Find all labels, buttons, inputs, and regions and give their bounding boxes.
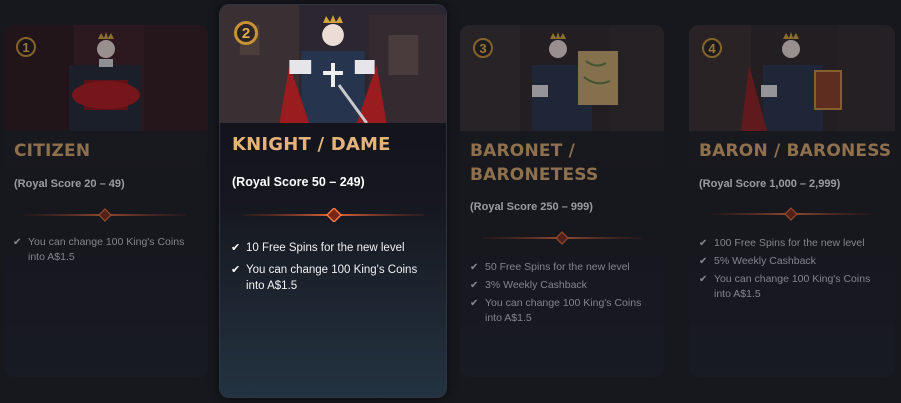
tier-title: KNIGHT / DAME [232, 134, 391, 155]
list-item: ✔ 3% Weekly Cashback [470, 279, 587, 291]
tier-number-badge: 1 [16, 37, 36, 57]
ornamental-divider [24, 208, 186, 222]
check-icon: ✔ [231, 264, 241, 276]
tier-title: BARONET / BARONETESS [470, 141, 599, 185]
check-icon: ✔ [470, 298, 479, 309]
tier-score-range: (Royal Score 250 – 999) [470, 201, 593, 213]
check-icon: ✔ [699, 238, 708, 249]
ornamental-divider [482, 231, 642, 245]
list-item: ✔ You can change 100 King's Coins into A$… [231, 264, 418, 292]
check-icon: ✔ [470, 262, 479, 273]
list-item: ✔ You can change 100 King's Coins into A$… [699, 273, 871, 300]
check-icon: ✔ [13, 237, 22, 248]
tier-card-baronet-baronetess[interactable]: 3 BARONET / BARONETESS (Royal Score 250 … [460, 25, 664, 377]
check-icon: ✔ [699, 256, 708, 267]
tier-number-badge: 4 [702, 38, 722, 58]
list-item: ✔ You can change 100 King's Coins into A$… [13, 236, 185, 263]
check-icon: ✔ [470, 280, 479, 291]
tier-card-citizen[interactable]: 1 CITIZEN (Royal Score 20 – 49) ✔ You can… [4, 25, 208, 377]
tier-card-knight-dame[interactable]: 2 KNIGHT / DAME (Royal Score 50 – 249) ✔… [219, 4, 447, 398]
list-item: ✔ 10 Free Spins for the new level [231, 242, 405, 254]
tier-title: CITIZEN [14, 141, 91, 161]
tier-perks-list: ✔ 100 Free Spins for the new level ✔ 5% We… [699, 236, 885, 305]
tier-number-badge: 2 [234, 21, 258, 45]
tier-title: BARON / BARONESS [699, 141, 892, 161]
tier-perks-list: ✔ 50 Free Spins for the new level ✔ 3% Wee… [470, 260, 655, 329]
list-item: ✔ 5% Weekly Cashback [699, 255, 816, 267]
list-item: ✔ You can change 100 King's Coins into A$… [470, 297, 642, 324]
tier-perks-list: ✔ You can change 100 King's Coins into A$… [13, 235, 193, 268]
ornamental-divider [711, 207, 871, 221]
check-icon: ✔ [699, 274, 708, 285]
tier-score-range: (Royal Score 1,000 – 2,999) [699, 178, 841, 190]
list-item: ✔ 100 Free Spins for the new level [699, 237, 865, 249]
tier-illustration [220, 5, 446, 123]
ornamental-divider [244, 208, 424, 222]
tier-card-baron-baroness[interactable]: 4 BARON / BARONESS (Royal Score 1,000 – … [689, 25, 895, 377]
list-item: ✔ 50 Free Spins for the new level [470, 261, 630, 273]
tier-number-badge: 3 [473, 38, 493, 58]
tier-perks-list: ✔ 10 Free Spins for the new level ✔ You ca… [231, 240, 436, 300]
tier-score-range: (Royal Score 50 – 249) [232, 175, 365, 189]
check-icon: ✔ [231, 242, 241, 254]
tier-score-range: (Royal Score 20 – 49) [14, 178, 125, 190]
